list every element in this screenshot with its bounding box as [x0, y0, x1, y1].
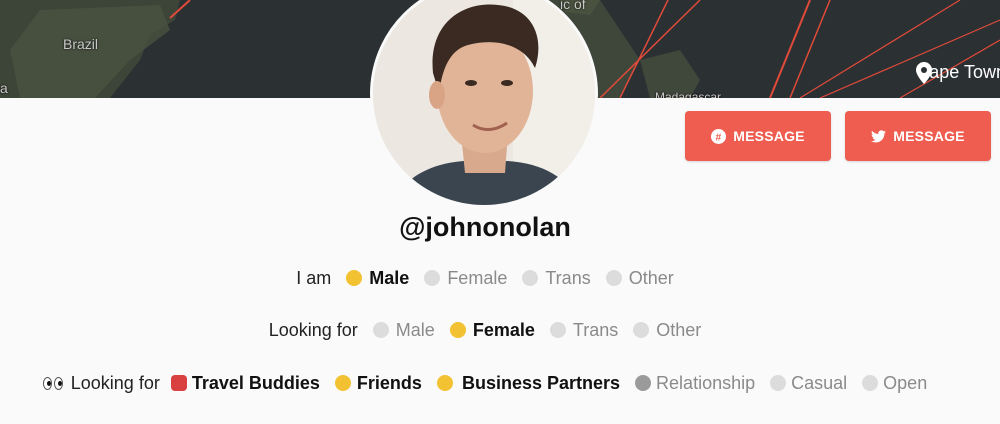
i-am-option-male[interactable]: Male [369, 268, 409, 288]
looking-for-option-business-partners[interactable]: Business Partners [462, 373, 620, 393]
i-am-option-female[interactable]: Female [447, 268, 507, 288]
location-tag: Cape Town [916, 62, 1000, 84]
i-am-option-other[interactable]: Other [629, 268, 674, 288]
handshake-icon [334, 375, 351, 391]
neutral-face-icon [549, 322, 566, 338]
looking-for-gender-row: Looking for Male Female Trans Other [0, 320, 970, 341]
slack-icon: # [711, 128, 727, 144]
location-pin-icon [916, 62, 933, 84]
looking-for-option-male[interactable]: Male [396, 320, 435, 340]
twitter-message-button[interactable]: MESSAGE [845, 111, 991, 161]
male-face-icon [372, 322, 389, 338]
female-face-icon [424, 270, 441, 286]
looking-for-option-other[interactable]: Other [656, 320, 701, 340]
neutral-face-icon [522, 270, 539, 286]
slack-message-button[interactable]: # MESSAGE [685, 111, 831, 161]
wine-glass-icon [770, 375, 787, 391]
twitter-message-label: MESSAGE [893, 128, 965, 144]
eyes-icon [42, 377, 63, 390]
looking-for-option-female[interactable]: Female [473, 320, 535, 340]
map-label-fragment: a [0, 80, 8, 96]
looking-for-gender-label: Looking for [268, 320, 358, 340]
looking-for-option-friends[interactable]: Friends [357, 373, 422, 393]
neutral-face-icon [605, 270, 622, 286]
i-am-row: I am Male Female Trans Other [0, 268, 970, 289]
svg-text:#: # [716, 132, 722, 143]
looking-for-option-casual[interactable]: Casual [791, 373, 847, 393]
map-label-madagascar: Madagascar [655, 90, 722, 98]
money-bag-icon [436, 375, 453, 391]
neutral-face-icon [633, 322, 650, 338]
backpack-icon [170, 375, 187, 391]
looking-for-option-open[interactable]: Open [883, 373, 927, 393]
profile-handle: @johnonolan [399, 212, 571, 242]
avatar-photo [373, 0, 595, 205]
looking-for-option-relationship[interactable]: Relationship [656, 373, 755, 393]
map-label-brazil: Brazil [63, 36, 99, 52]
twitter-icon [871, 129, 887, 142]
female-face-icon [449, 322, 466, 338]
looking-for-type-row: Looking for Travel Buddies Friends Busin… [0, 373, 970, 394]
i-am-option-trans[interactable]: Trans [545, 268, 590, 288]
looking-for-option-travel-buddies[interactable]: Travel Buddies [192, 373, 320, 393]
heart-icon [635, 375, 652, 391]
looking-for-option-trans[interactable]: Trans [573, 320, 618, 340]
i-am-label: I am [296, 268, 332, 288]
map-label-fragment-2: ic of [560, 0, 586, 12]
open-icon [862, 375, 879, 391]
avatar [370, 0, 598, 208]
looking-for-type-label: Looking for [70, 373, 160, 393]
male-face-icon [346, 270, 363, 286]
slack-message-label: MESSAGE [733, 128, 805, 144]
